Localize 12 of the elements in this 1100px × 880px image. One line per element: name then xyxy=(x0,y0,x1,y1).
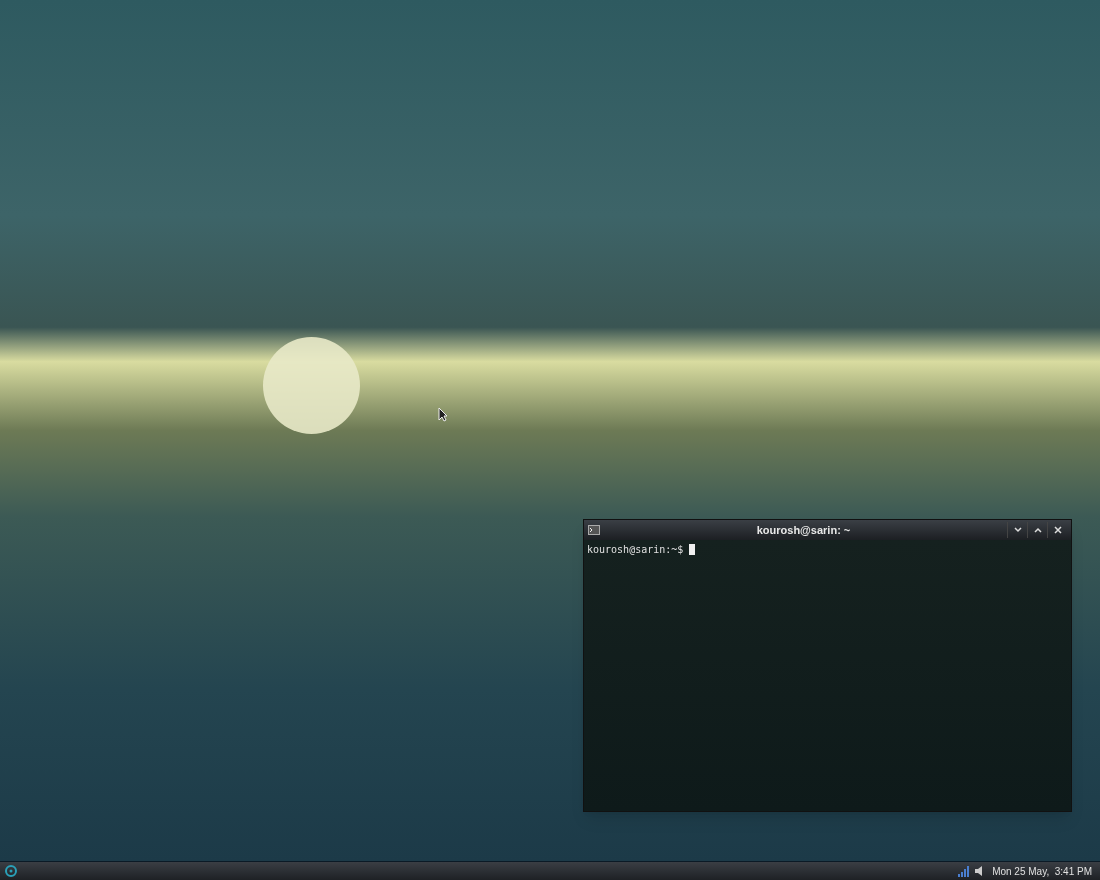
mouse-pointer-icon xyxy=(438,407,448,422)
chevron-down-icon xyxy=(1013,527,1022,533)
window-title: kourosh@sarin: ~ xyxy=(755,522,852,538)
clock[interactable]: Mon 25 May, 3:41 PM xyxy=(992,863,1092,879)
close-icon xyxy=(1053,526,1062,534)
text-cursor xyxy=(689,544,696,555)
terminal-icon xyxy=(588,525,600,535)
speaker-icon[interactable] xyxy=(975,866,985,876)
menu-icon[interactable] xyxy=(4,864,18,878)
signal-icon[interactable] xyxy=(958,865,971,877)
chevron-up-icon xyxy=(1033,527,1042,533)
shell-prompt: kourosh@sarin:~$ xyxy=(587,543,684,557)
